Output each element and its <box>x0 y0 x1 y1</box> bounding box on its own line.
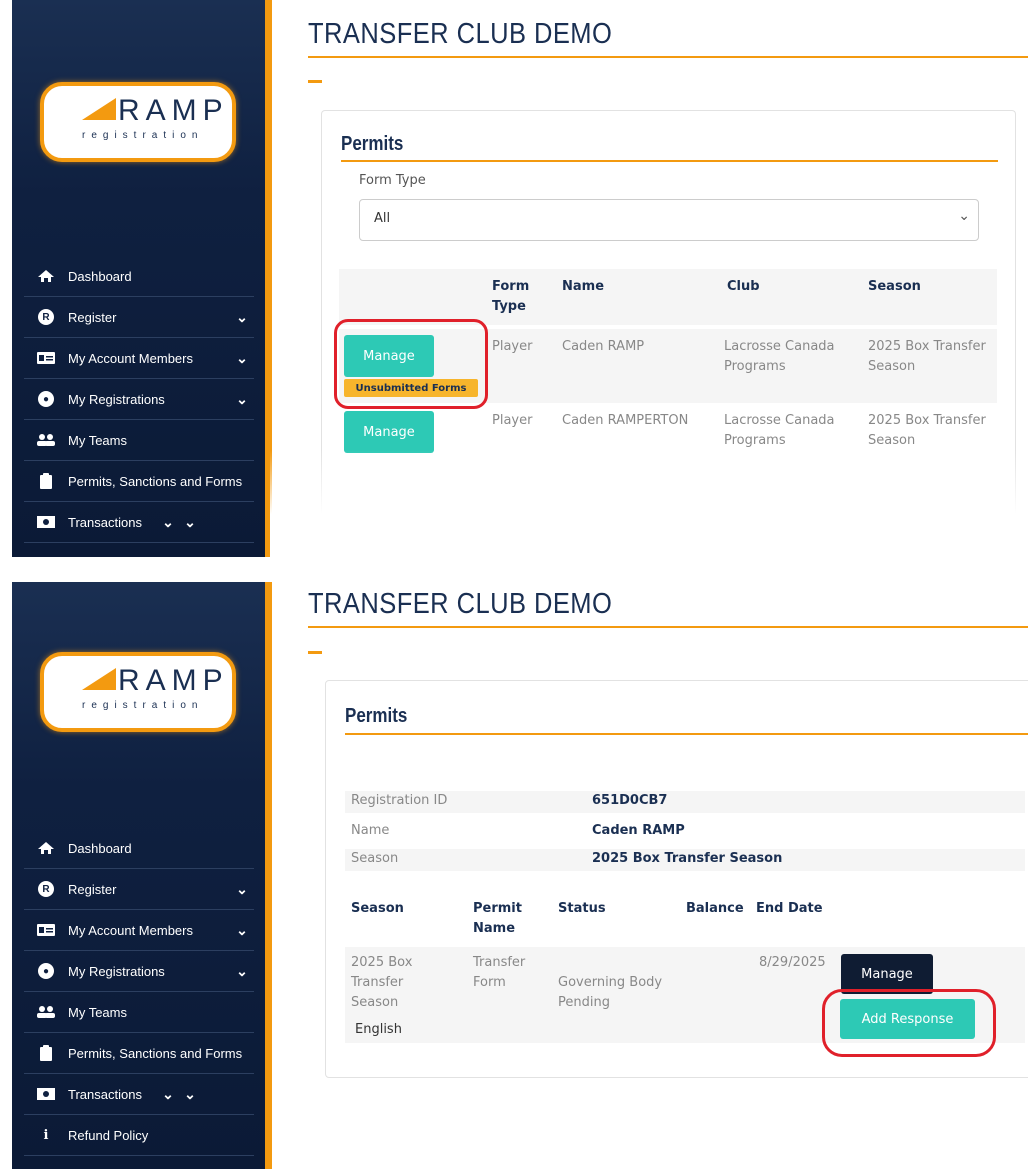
card-title: Permits <box>345 705 408 727</box>
users-icon <box>24 1006 68 1018</box>
col-header-club: Club <box>727 279 760 294</box>
info-value: Caden RAMP <box>592 823 685 838</box>
cell-season: 2025 Box Transfer Season <box>868 413 986 448</box>
sidebar: RAMP registration Dashboard R Register ⌄… <box>12 582 272 1169</box>
sidebar-item-transactions[interactable]: Transactions ⌄ ⌄ <box>24 502 254 543</box>
chevron-down-icon: ⌄ <box>958 208 970 224</box>
info-label: Name <box>351 823 390 838</box>
home-icon <box>24 841 68 855</box>
users-icon <box>24 434 68 446</box>
chevron-down-icon[interactable]: ⌄ <box>230 963 254 980</box>
chevron-down-icon[interactable]: ⌄ <box>230 350 254 367</box>
money-icon <box>24 1088 68 1100</box>
sidebar-item-dashboard[interactable]: Dashboard <box>24 256 254 297</box>
screenshot-panel-1: RAMP registration Dashboard R Register ⌄… <box>0 0 1028 557</box>
cell-season: 2025 Box Transfer Season <box>351 955 413 1010</box>
user-circle-icon: ● <box>38 963 54 979</box>
chevron-down-icon[interactable]: ⌄ <box>158 1086 178 1103</box>
highlight-ring <box>822 989 996 1057</box>
manage-button[interactable]: Manage <box>841 954 933 994</box>
col-header-season: Season <box>351 901 404 916</box>
col-header-end-date: End Date <box>756 901 823 916</box>
chevron-down-icon[interactable]: ⌄ <box>230 391 254 408</box>
sidebar-item-register[interactable]: R Register ⌄ <box>24 869 254 910</box>
sidebar-item-permits[interactable]: Permits, Sanctions and Forms <box>24 461 254 502</box>
chevron-down-icon[interactable]: ⌄ <box>158 514 178 531</box>
sidebar-item-my-account-members[interactable]: My Account Members ⌄ <box>24 910 254 951</box>
info-value: 651D0CB7 <box>592 793 668 808</box>
manage-button[interactable]: Manage <box>344 411 434 453</box>
sidebar: RAMP registration Dashboard R Register ⌄… <box>12 0 272 557</box>
sidebar-item-my-teams[interactable]: My Teams <box>24 992 254 1033</box>
permits-card: Permits Registration ID 651D0CB7 Name Ca… <box>325 680 1028 1078</box>
id-card-icon <box>24 924 68 936</box>
language-selector[interactable]: English <box>355 1022 402 1037</box>
cell-end-date: 8/29/2025 <box>759 955 826 970</box>
card-title-underline <box>341 160 998 162</box>
chevron-down-icon[interactable]: ⌄ <box>230 881 254 898</box>
money-icon <box>24 516 68 528</box>
col-header-form-type: Form Type <box>492 279 530 314</box>
col-header-name: Name <box>562 279 605 294</box>
info-label: Registration ID <box>351 793 448 808</box>
screenshot-panel-2: RAMP registration Dashboard R Register ⌄… <box>0 582 1028 1169</box>
col-header-balance: Balance <box>686 901 744 916</box>
form-type-select[interactable]: All ⌄ <box>359 199 979 241</box>
sidebar-item-my-registrations[interactable]: ● My Registrations ⌄ <box>24 951 254 992</box>
sidebar-item-dashboard[interactable]: Dashboard <box>24 828 254 869</box>
registered-icon: R <box>38 309 54 325</box>
user-circle-icon: ● <box>38 391 54 407</box>
page-title: TRANSFER CLUB DEMO <box>308 18 613 50</box>
sidebar-item-my-teams[interactable]: My Teams <box>24 420 254 461</box>
fade-overlay <box>270 450 1028 557</box>
card-title-underline <box>345 733 1028 735</box>
ramp-logo: RAMP registration <box>40 652 236 732</box>
highlight-ring <box>334 319 488 409</box>
chevron-down-icon[interactable]: ⌄ <box>230 922 254 939</box>
ramp-logo: RAMP registration <box>40 82 236 162</box>
cell-club: Lacrosse Canada Programs <box>724 339 835 374</box>
clipboard-icon <box>24 1045 68 1061</box>
sidebar-item-register[interactable]: R Register ⌄ <box>24 297 254 338</box>
title-underline <box>308 626 1028 628</box>
id-card-icon <box>24 352 68 364</box>
sidebar-item-my-account-members[interactable]: My Account Members ⌄ <box>24 338 254 379</box>
title-underline <box>308 56 1028 58</box>
cell-form-type: Player <box>492 413 533 428</box>
sidebar-nav: Dashboard R Register ⌄ My Account Member… <box>24 256 254 543</box>
sidebar-nav: Dashboard R Register ⌄ My Account Member… <box>24 828 254 1156</box>
form-type-label: Form Type <box>359 173 426 188</box>
cell-status: Governing Body Pending <box>558 975 663 1010</box>
col-header-season: Season <box>868 279 921 294</box>
title-accent <box>308 651 322 654</box>
cell-name: Caden RAMPERTON <box>562 413 689 428</box>
info-icon: i <box>43 1127 49 1143</box>
chevron-down-icon[interactable]: ⌄ <box>178 514 202 531</box>
home-icon <box>24 269 68 283</box>
info-value: 2025 Box Transfer Season <box>592 851 783 866</box>
sidebar-item-permits[interactable]: Permits, Sanctions and Forms <box>24 1033 254 1074</box>
col-header-status: Status <box>558 901 606 916</box>
sidebar-item-my-registrations[interactable]: ● My Registrations ⌄ <box>24 379 254 420</box>
cell-season: 2025 Box Transfer Season <box>868 339 986 374</box>
sidebar-item-refund-policy[interactable]: i Refund Policy <box>24 1115 254 1156</box>
info-label: Season <box>351 851 399 866</box>
chevron-down-icon[interactable]: ⌄ <box>178 1086 202 1103</box>
clipboard-icon <box>24 473 68 489</box>
cell-form-type: Player <box>492 339 533 354</box>
sidebar-item-transactions[interactable]: Transactions ⌄ ⌄ <box>24 1074 254 1115</box>
page-title: TRANSFER CLUB DEMO <box>308 588 613 620</box>
cell-club: Lacrosse Canada Programs <box>724 413 835 448</box>
card-title: Permits <box>341 133 404 155</box>
title-accent <box>308 80 322 83</box>
cell-permit-name: Transfer Form <box>473 955 526 990</box>
registered-icon: R <box>38 881 54 897</box>
chevron-down-icon[interactable]: ⌄ <box>230 309 254 326</box>
cell-name: Caden RAMP <box>562 339 645 354</box>
col-header-permit-name: Permit Name <box>473 901 522 936</box>
